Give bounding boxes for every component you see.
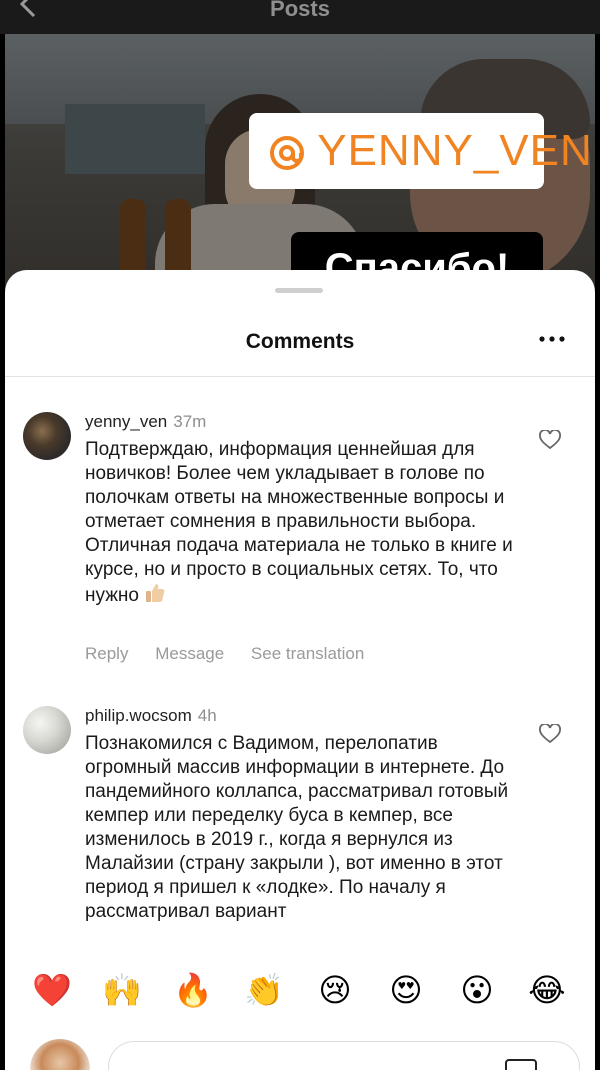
heart-icon[interactable]: [539, 430, 561, 450]
thumbs-up-icon: [146, 584, 165, 602]
top-bar: Posts: [0, 0, 600, 34]
comment-meta: yenny_ven 37m: [85, 412, 206, 432]
emoji-heart-eyes[interactable]: 😍: [386, 970, 426, 1010]
comment-username[interactable]: yenny_ven: [85, 412, 167, 431]
comment-input[interactable]: [108, 1041, 580, 1070]
avatar[interactable]: [23, 412, 71, 460]
avatar[interactable]: [23, 706, 71, 754]
emoji-wow[interactable]: 😮: [457, 970, 497, 1010]
at-icon: [270, 136, 304, 170]
emoji-cry[interactable]: 😢: [315, 970, 355, 1010]
comment-actions: Reply Message See translation: [85, 644, 386, 664]
divider: [5, 376, 595, 377]
more-icon[interactable]: [539, 334, 565, 344]
mention-sticker[interactable]: YENNY_VEN: [249, 113, 592, 189]
emoji-clap[interactable]: 👏: [244, 970, 284, 1010]
emoji-heart[interactable]: ❤️: [32, 970, 72, 1010]
comments-sheet: Comments yenny_ven 37m Подтверждаю, инфор…: [5, 270, 595, 1070]
gif-icon[interactable]: [505, 1059, 537, 1070]
sheet-grabber[interactable]: [275, 288, 323, 293]
message-button[interactable]: Message: [155, 644, 224, 663]
reply-button[interactable]: Reply: [85, 644, 128, 663]
comment-time: 4h: [197, 706, 217, 725]
page-title: Posts: [270, 0, 330, 21]
emoji-raised-hands[interactable]: 🙌: [102, 970, 142, 1010]
emoji-laugh[interactable]: 😂: [527, 970, 567, 1010]
comments-title: Comments: [245, 330, 355, 353]
heart-icon[interactable]: [539, 724, 561, 744]
see-translation-button[interactable]: See translation: [251, 644, 364, 663]
mention-handle: YENNY_VEN: [317, 126, 593, 175]
emoji-fire[interactable]: 🔥: [173, 970, 213, 1010]
comment-input-row: [5, 1035, 595, 1070]
emoji-bar: ❤️ 🙌 🔥 👏 😢 😍 😮 😂: [5, 970, 595, 1020]
comment-time: 37m: [173, 412, 207, 431]
comment-meta: philip.wocsom 4h: [85, 706, 217, 726]
my-avatar: [30, 1039, 90, 1070]
comment-text: Познакомился с Вадимом, перелопатив огро…: [85, 733, 509, 922]
comment-text: Подтверждаю, информация ценнейшая для но…: [85, 439, 513, 606]
comment-username[interactable]: philip.wocsom: [85, 706, 192, 725]
